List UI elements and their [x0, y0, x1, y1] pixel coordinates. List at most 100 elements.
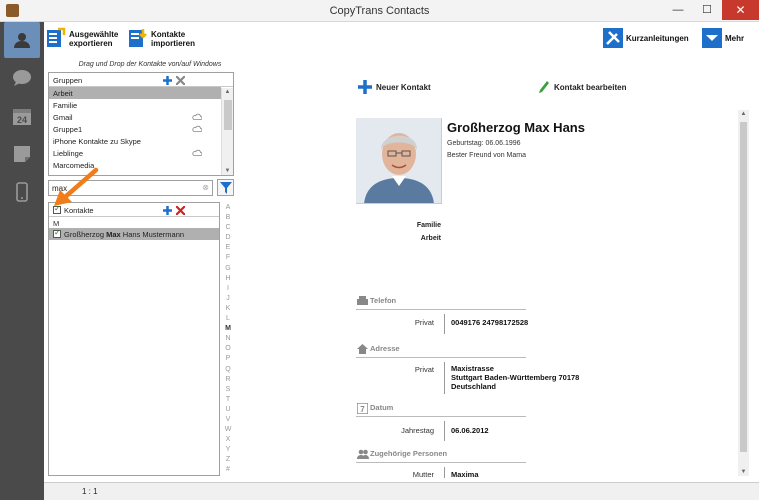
alphabet-letter[interactable]: L [222, 315, 234, 325]
alphabet-letter[interactable]: T [222, 396, 234, 406]
new-contact-button[interactable]: Neuer Kontakt [358, 80, 431, 94]
address-section-header: Adresse [356, 344, 526, 358]
sidebar-item-device[interactable] [4, 174, 40, 210]
edit-contact-button[interactable]: Kontakt bearbeiten [538, 80, 626, 94]
group-item[interactable]: Gmail [49, 111, 221, 123]
contact-checkbox[interactable] [53, 228, 61, 238]
phone-section-header: Telefon [356, 296, 526, 310]
alphabet-letter[interactable]: B [222, 214, 234, 224]
people-icon [357, 449, 369, 459]
sidebar-item-messages[interactable] [4, 60, 40, 96]
group-label: iPhone Kontakte zu Skype [53, 137, 141, 146]
export-label-1: Ausgewählte [69, 30, 119, 39]
delete-group-icon[interactable] [176, 76, 185, 85]
minimize-button[interactable]: — [664, 0, 692, 20]
alphabet-letter[interactable]: E [222, 244, 234, 254]
filter-button[interactable] [217, 179, 234, 196]
sidebar-item-notes[interactable] [4, 136, 40, 172]
orange-arrow-annotation [54, 167, 99, 206]
import-icon [129, 29, 147, 47]
scroll-thumb[interactable] [224, 100, 232, 130]
status-position: 1 : 1 [82, 487, 98, 496]
alphabet-letter[interactable]: G [222, 265, 234, 275]
group-item[interactable]: Gruppe1 [49, 123, 221, 135]
group-item[interactable]: Lieblinge [49, 147, 221, 159]
clear-search-icon[interactable]: ⊗ [202, 183, 209, 192]
main-scrollbar[interactable]: ▲ ▼ [738, 110, 749, 476]
add-contact-icon[interactable] [163, 206, 172, 215]
group-item[interactable]: Arbeit [49, 87, 221, 99]
sidebar: 24 [0, 22, 44, 500]
delete-contact-icon[interactable] [176, 206, 185, 215]
group-item[interactable]: iPhone Kontakte zu Skype [49, 135, 221, 147]
contact-note: Bester Freund von Mama [447, 152, 526, 159]
alphabet-letter[interactable]: S [222, 386, 234, 396]
groups-header-label: Gruppen [53, 76, 83, 85]
contact-name-pre: Großherzog [64, 230, 107, 239]
contact-group: Arbeit [420, 235, 441, 242]
messages-icon [13, 70, 31, 86]
alphabet-letter[interactable]: R [222, 376, 234, 386]
alphabet-letter[interactable]: K [222, 305, 234, 315]
alphabet-letter[interactable]: W [222, 426, 234, 436]
alphabet-letter[interactable]: X [222, 436, 234, 446]
letter-divider: M [53, 219, 60, 228]
pencil-icon [539, 81, 549, 93]
alphabet-letter[interactable]: M [222, 325, 234, 335]
scroll-thumb[interactable] [740, 122, 747, 452]
group-label: Lieblinge [53, 149, 84, 158]
alphabet-letter[interactable]: Y [222, 446, 234, 456]
filter-icon [219, 181, 232, 194]
group-item[interactable]: Familie [49, 99, 221, 111]
alphabet-letter[interactable]: J [222, 295, 234, 305]
more-button[interactable]: Mehr [702, 28, 744, 48]
group-label: Arbeit [53, 89, 73, 98]
export-label-2: exportieren [69, 39, 113, 48]
groups-list: Gruppen Arbeit Familie Gmail Gruppe1 iPh… [48, 72, 234, 176]
contact-name-post: Hans Mustermann [120, 230, 185, 239]
close-button[interactable]: ✕ [722, 0, 759, 20]
import-contacts-button[interactable]: Kontakte importieren [128, 27, 195, 49]
scroll-down-arrow[interactable]: ▼ [222, 168, 233, 174]
contact-photo [356, 118, 442, 204]
groups-scrollbar[interactable]: ▲ ▼ [221, 88, 233, 175]
related-section-header: Zugehörige Personen [356, 449, 526, 463]
contacts-list: Kontakte M Großherzog Max Hans Musterman… [48, 202, 220, 476]
alphabet-letter[interactable]: O [222, 345, 234, 355]
sidebar-item-contacts[interactable] [4, 22, 40, 58]
contact-group: Familie [416, 222, 441, 229]
status-bar: 1 : 1 [44, 482, 759, 500]
alphabet-letter[interactable]: P [222, 355, 234, 365]
alphabet-letter[interactable]: Z [222, 456, 234, 466]
maximize-button[interactable]: ☐ [693, 0, 721, 20]
alphabet-letter[interactable]: Q [222, 366, 234, 376]
cloud-icon [192, 125, 202, 132]
related-section-title: Zugehörige Personen [370, 449, 448, 458]
import-label-1: Kontakte [151, 30, 186, 39]
alphabet-letter[interactable]: N [222, 335, 234, 345]
alphabet-letter[interactable]: I [222, 285, 234, 295]
alphabet-letter[interactable]: A [222, 204, 234, 214]
alphabet-letter[interactable]: # [222, 466, 234, 476]
scroll-up-arrow[interactable]: ▲ [222, 89, 233, 95]
date-section-header: 7 Datum [356, 403, 526, 417]
sidebar-item-calendar[interactable]: 24 [4, 98, 40, 134]
alphabet-letter[interactable]: V [222, 416, 234, 426]
export-selected-button[interactable]: Ausgewählte exportieren [46, 27, 118, 49]
phone-label: Privat [414, 318, 434, 327]
contacts-icon [14, 33, 30, 48]
add-group-icon[interactable] [163, 76, 172, 85]
new-contact-label: Neuer Kontakt [376, 82, 431, 92]
home-icon [357, 344, 368, 354]
scroll-up-arrow[interactable]: ▲ [738, 111, 749, 117]
more-label: Mehr [725, 34, 745, 43]
alphabet-letter[interactable]: F [222, 254, 234, 264]
export-icon [47, 27, 66, 47]
quick-guides-button[interactable]: Kurzanleitungen [603, 28, 689, 48]
scroll-down-arrow[interactable]: ▼ [738, 469, 749, 475]
alphabet-letter[interactable]: C [222, 224, 234, 234]
alphabet-letter[interactable]: U [222, 406, 234, 416]
alphabet-letter[interactable]: H [222, 275, 234, 285]
alphabet-letter[interactable]: D [222, 234, 234, 244]
contact-row[interactable]: Großherzog Max Hans Mustermann [49, 228, 219, 240]
